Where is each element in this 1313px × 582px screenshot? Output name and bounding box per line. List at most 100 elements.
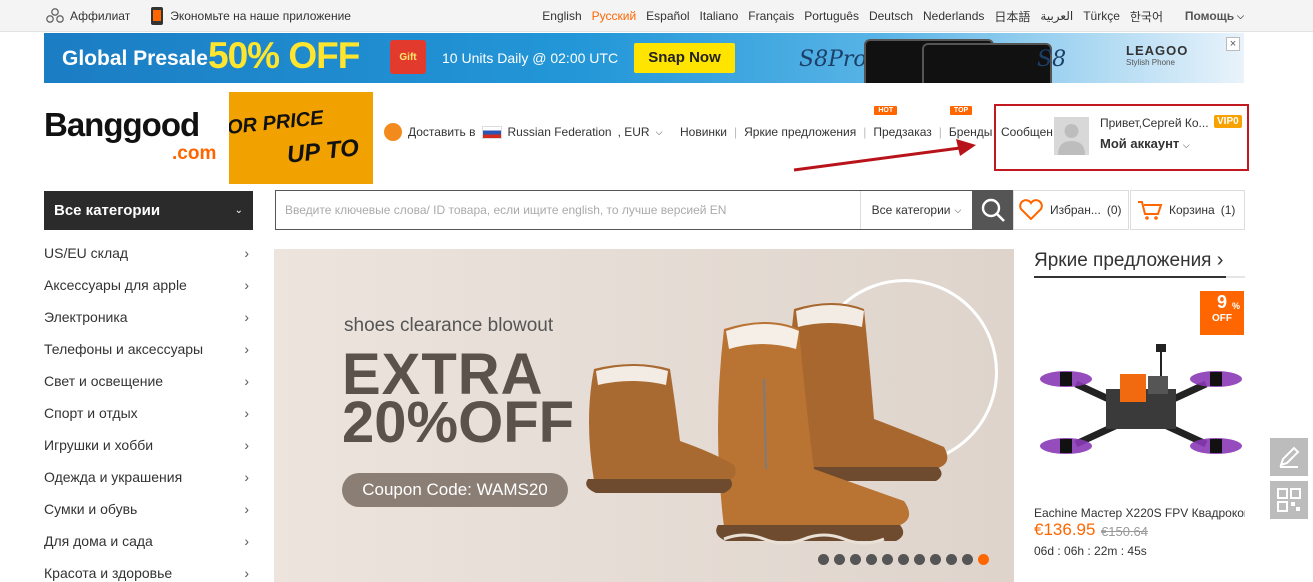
ship-currency: , EUR [617, 125, 650, 139]
chevron-down-icon: ⌵ [954, 204, 962, 215]
sidebar-item-apple-accessories[interactable]: Аксессуары для apple › [44, 269, 253, 301]
sidebar-item-label: Одежда и украшения [44, 469, 183, 485]
user-icon [1058, 124, 1085, 155]
affiliate-link[interactable]: Аффилиат [46, 8, 130, 24]
lang-german[interactable]: Deutsch [869, 9, 913, 23]
carousel-dot[interactable] [914, 554, 925, 565]
sidebar-item-label: Сумки и обувь [44, 501, 138, 517]
lang-spanish[interactable]: Español [646, 9, 689, 23]
hero-subtitle: shoes clearance blowout [344, 315, 554, 336]
chevron-right-icon: › [244, 373, 249, 389]
help-menu[interactable]: Помощь ⌵ [1185, 0, 1244, 32]
sidebar-item-label: US/EU склад [44, 245, 129, 261]
lang-korean[interactable]: 한국어 [1130, 8, 1163, 25]
gift-icon: Gift [390, 40, 426, 74]
carousel-dot[interactable] [898, 554, 909, 565]
promo-discount: 50% OFF [208, 35, 360, 76]
deal-old-price: €150.64 [1101, 524, 1148, 539]
qr-code-button[interactable] [1270, 481, 1308, 519]
carousel-dot[interactable] [946, 554, 957, 565]
affiliate-icon [46, 8, 64, 23]
avatar[interactable] [1054, 117, 1089, 155]
lang-portuguese[interactable]: Português [804, 9, 859, 23]
help-label: Помощь [1184, 9, 1235, 23]
carousel-dot[interactable] [882, 554, 893, 565]
promo-title: Global Presale [62, 47, 208, 70]
lang-japanese[interactable]: 日本語 [994, 8, 1030, 25]
cart-button[interactable]: Корзина (1) [1130, 190, 1245, 230]
search-button[interactable] [972, 190, 1013, 230]
top-badge: TOP [949, 106, 973, 115]
sidebar-item-home-garden[interactable]: Для дома и сада › [44, 525, 253, 557]
sidebar-item-electronics[interactable]: Электроника › [44, 301, 253, 333]
wishlist-label: Избран... [1050, 203, 1101, 217]
sidebar-item-lighting[interactable]: Свет и освещение › [44, 365, 253, 397]
affiliate-label: Аффилиат [70, 9, 131, 23]
carousel-dot[interactable] [850, 554, 861, 565]
sidebar-item-sports[interactable]: Спорт и отдых › [44, 397, 253, 429]
header-ad-image[interactable]: OR PRICE UP TO [229, 92, 373, 184]
vip-badge: VIP0 [1214, 115, 1242, 128]
brand-tagline: Stylish Phone [1126, 58, 1175, 67]
app-link[interactable]: Экономьте на наше приложение [150, 6, 351, 26]
sidebar-item-beauty[interactable]: Красота и здоровье › [44, 557, 253, 582]
carousel-dot[interactable] [818, 554, 829, 565]
carousel-dot-active[interactable] [978, 554, 989, 565]
carousel-dot[interactable] [866, 554, 877, 565]
sidebar-item-phones[interactable]: Телефоны и аксессуары › [44, 333, 253, 365]
nav-new[interactable]: Новинки [680, 125, 727, 139]
chevron-right-icon: › [244, 341, 249, 357]
search-category-select[interactable]: Все категории ⌵ [860, 191, 972, 229]
lang-arabic[interactable]: العربية [1040, 9, 1073, 23]
carousel-dot[interactable] [962, 554, 973, 565]
search-input[interactable] [276, 191, 861, 229]
drone-image[interactable] [1036, 334, 1246, 470]
heart-icon [1019, 199, 1043, 221]
feedback-button[interactable] [1270, 438, 1308, 476]
all-categories-button[interactable]: Все категории ⌄ [44, 191, 253, 230]
lang-english[interactable]: English [542, 9, 581, 23]
messages-link[interactable]: Сообщен [1001, 125, 1053, 139]
sidebar-item-label: Аксессуары для apple [44, 277, 187, 293]
carousel-dot[interactable] [930, 554, 941, 565]
wishlist-count: (0) [1106, 203, 1122, 217]
hero-banner[interactable]: shoes clearance blowout EXTRA 20%OFF Cou… [274, 249, 1014, 582]
sidebar-item-label: Свет и освещение [44, 373, 164, 389]
deal-product-name[interactable]: Eachine Мастер X220S FPV Квадрокоптер [1034, 506, 1245, 520]
deals-title[interactable]: Яркие предложения › [1034, 249, 1223, 272]
greeting-text: Привет,Сергей Ко... [1100, 116, 1209, 130]
my-account-menu[interactable]: Мой аккаунт ⌵ [1100, 136, 1190, 151]
sidebar-item-label: Красота и здоровье [44, 565, 173, 581]
lang-french[interactable]: Français [748, 9, 794, 23]
lang-russian[interactable]: Русский [592, 9, 637, 23]
ship-to-selector[interactable]: Доставить в Russian Federation , EUR ⌵ [384, 123, 662, 141]
snap-now-button[interactable]: Snap Now [634, 43, 735, 73]
sidebar-item-clothing[interactable]: Одежда и украшения › [44, 461, 253, 493]
chevron-right-icon: › [244, 469, 249, 485]
carousel-dot[interactable] [834, 554, 845, 565]
sidebar-item-label: Спорт и отдых [44, 405, 138, 421]
language-selector: English Русский Español Italiano Françai… [542, 0, 1163, 32]
chevron-right-icon: › [244, 309, 249, 325]
search-category-label: Все категории [871, 203, 951, 217]
deal-price: €136.95 [1034, 520, 1096, 539]
site-logo[interactable]: Banggood .com [44, 106, 216, 164]
ad-text-2: UP TO [285, 134, 361, 169]
lang-italian[interactable]: Italiano [700, 9, 739, 23]
close-icon[interactable]: × [1226, 37, 1240, 51]
chevron-right-icon: › [244, 245, 249, 261]
sidebar-item-bags-shoes[interactable]: Сумки и обувь › [44, 493, 253, 525]
discount-percent: % [1231, 301, 1240, 311]
chevron-right-icon: › [244, 533, 249, 549]
discount-badge: 9 % OFF [1200, 291, 1244, 335]
lang-dutch[interactable]: Nederlands [923, 9, 984, 23]
promo-banner[interactable]: Global Presale 50% OFF Gift 10 Units Dai… [44, 33, 1244, 83]
chevron-down-icon: ⌵ [655, 126, 663, 137]
discount-off: OFF [1212, 313, 1232, 324]
wishlist-button[interactable]: Избран... (0) [1013, 190, 1129, 230]
search-icon [981, 198, 1005, 222]
sidebar-item-toys[interactable]: Игрушки и хобби › [44, 429, 253, 461]
pencil-icon [1279, 446, 1300, 468]
lang-turkish[interactable]: Türkçe [1083, 9, 1120, 23]
sidebar-item-us-eu-warehouse[interactable]: US/EU склад › [44, 237, 253, 269]
